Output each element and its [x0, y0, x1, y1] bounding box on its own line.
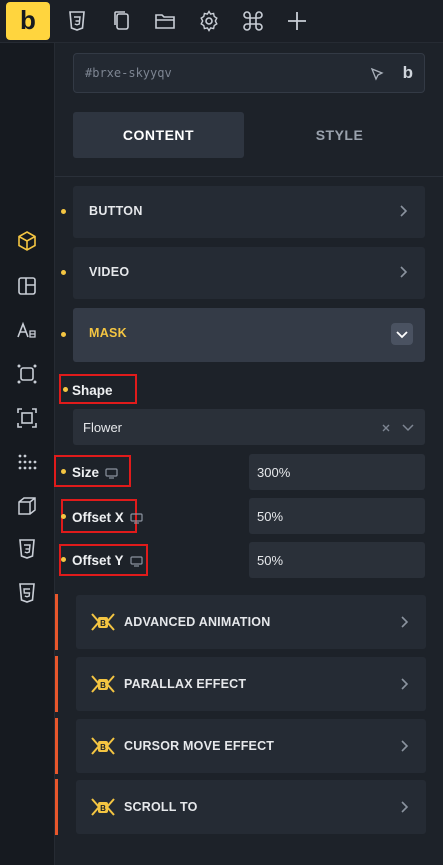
- crop-frame-icon[interactable]: [15, 406, 39, 430]
- chevron-right-icon: [401, 616, 409, 628]
- html5-icon[interactable]: [15, 581, 39, 605]
- svg-text:B: B: [100, 681, 106, 690]
- chevron-right-icon: [401, 801, 409, 813]
- offset-x-input[interactable]: 50%: [249, 498, 425, 534]
- tab-style[interactable]: STYLE: [254, 112, 425, 158]
- addon-accent-bar: [55, 656, 58, 712]
- chevron-right-icon: [401, 740, 409, 752]
- addon-logo-icon: B: [91, 798, 115, 816]
- panel-divider: [55, 176, 443, 177]
- modified-dot: [61, 557, 66, 562]
- gear-icon[interactable]: [197, 9, 221, 33]
- modified-dot: [63, 387, 68, 392]
- bricks-b-icon[interactable]: b: [403, 63, 413, 83]
- left-icon-rail: [0, 43, 55, 865]
- plus-icon[interactable]: [285, 9, 309, 33]
- top-toolbar: b: [0, 0, 443, 43]
- section-label: MASK: [89, 326, 128, 340]
- section-label: ADVANCED ANIMATION: [124, 615, 271, 629]
- svg-text:B: B: [100, 804, 106, 813]
- element-id-text: #brxe-skyyqv: [85, 66, 172, 80]
- offset-y-label-text: Offset Y: [72, 553, 124, 568]
- modified-dot: [61, 270, 66, 275]
- addon-logo-icon: B: [91, 737, 115, 755]
- section-advanced-animation[interactable]: B ADVANCED ANIMATION: [76, 595, 426, 649]
- layout-icon[interactable]: [15, 274, 39, 298]
- section-scroll-to[interactable]: B SCROLL TO: [76, 780, 426, 834]
- command-icon[interactable]: [241, 9, 265, 33]
- cursor-pointer-icon[interactable]: [370, 67, 384, 81]
- offset-x-label-text: Offset X: [72, 510, 124, 525]
- section-label: PARALLAX EFFECT: [124, 677, 247, 691]
- dots-frame-icon[interactable]: [15, 362, 39, 386]
- section-label: CURSOR MOVE EFFECT: [124, 739, 275, 753]
- bricks-logo-button[interactable]: b: [6, 2, 50, 40]
- shape-select[interactable]: Flower: [73, 409, 425, 445]
- cube-icon[interactable]: [15, 229, 39, 253]
- addon-accent-bar: [55, 779, 58, 835]
- chevron-down-icon[interactable]: [401, 423, 415, 433]
- shape-select-value: Flower: [83, 420, 123, 435]
- monitor-icon[interactable]: [105, 468, 118, 479]
- section-parallax-effect[interactable]: B PARALLAX EFFECT: [76, 657, 426, 711]
- css3-icon[interactable]: [15, 537, 39, 561]
- size-input[interactable]: 300%: [249, 454, 425, 490]
- section-label: BUTTON: [89, 204, 143, 218]
- svg-text:B: B: [100, 619, 106, 628]
- modified-dot: [61, 332, 66, 337]
- addon-logo-icon: B: [91, 675, 115, 693]
- modified-dot: [61, 469, 66, 474]
- grid-dots-icon[interactable]: [15, 450, 39, 474]
- chevron-right-icon: [400, 266, 408, 278]
- element-id-field[interactable]: #brxe-skyyqv b: [73, 53, 425, 93]
- collapse-toggle[interactable]: [391, 323, 413, 345]
- size-label-text: Size: [72, 465, 100, 480]
- folder-icon[interactable]: [153, 9, 177, 33]
- offset-y-input-value: 50%: [257, 553, 284, 568]
- addon-logo-icon: B: [91, 613, 115, 631]
- size-label: Size: [72, 465, 118, 480]
- element-settings-panel: #brxe-skyyqv b CONTENT STYLE BUTTON VIDE…: [54, 43, 443, 865]
- chevron-down-icon: [396, 331, 408, 339]
- monitor-icon[interactable]: [129, 556, 143, 567]
- svg-text:B: B: [100, 743, 106, 752]
- section-video[interactable]: VIDEO: [73, 247, 425, 299]
- shape-label: Shape: [72, 383, 113, 398]
- offset-y-label: Offset Y: [72, 553, 143, 568]
- pages-icon[interactable]: [110, 9, 134, 33]
- addon-accent-bar: [55, 718, 58, 774]
- box-3d-icon[interactable]: [15, 494, 39, 518]
- monitor-icon[interactable]: [130, 513, 143, 524]
- size-input-value: 300%: [257, 465, 291, 480]
- chevron-right-icon: [401, 678, 409, 690]
- section-label: VIDEO: [89, 265, 130, 279]
- section-cursor-move-effect[interactable]: B CURSOR MOVE EFFECT: [76, 719, 426, 773]
- chevron-right-icon: [400, 205, 408, 217]
- tab-content[interactable]: CONTENT: [73, 112, 244, 158]
- offset-y-input[interactable]: 50%: [249, 542, 425, 578]
- modified-dot: [61, 209, 66, 214]
- section-label: SCROLL TO: [124, 800, 198, 814]
- modified-dot: [61, 514, 66, 519]
- offset-x-input-value: 50%: [257, 509, 284, 524]
- typography-icon[interactable]: [15, 319, 39, 343]
- clear-icon[interactable]: [381, 423, 391, 433]
- section-mask[interactable]: MASK: [73, 308, 425, 362]
- css3-icon[interactable]: [65, 9, 89, 33]
- addon-accent-bar: [55, 594, 58, 650]
- offset-x-label: Offset X: [72, 510, 143, 525]
- section-button[interactable]: BUTTON: [73, 186, 425, 238]
